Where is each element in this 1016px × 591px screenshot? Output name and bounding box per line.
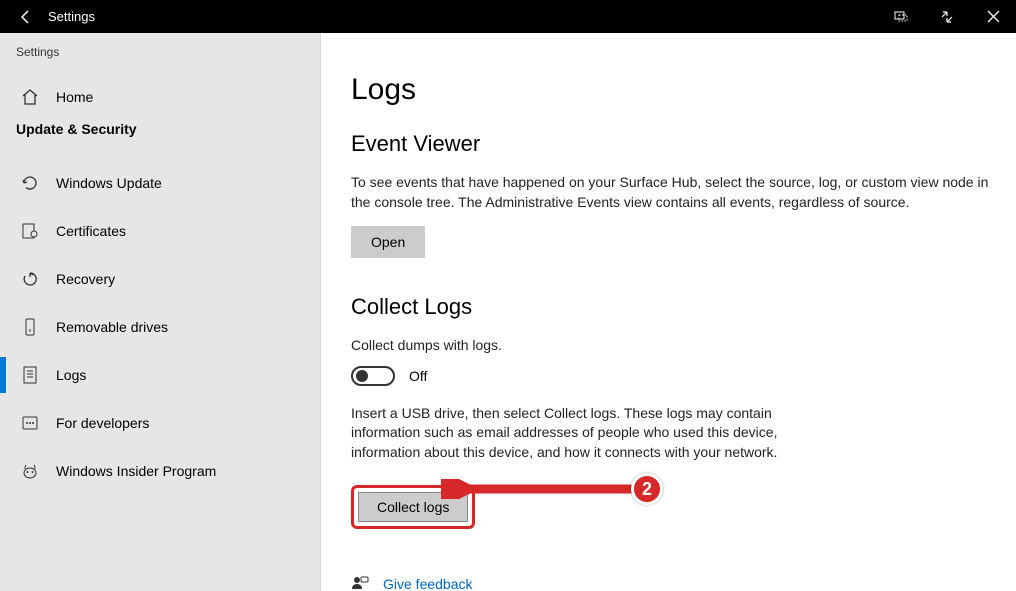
breadcrumb: Settings	[0, 45, 320, 73]
open-button[interactable]: Open	[351, 226, 425, 258]
sidebar-item-label: Windows Insider Program	[56, 463, 216, 479]
drive-icon	[20, 318, 40, 336]
sidebar-item-label: Certificates	[56, 223, 126, 239]
certificate-icon	[20, 222, 40, 240]
annotation-badge-2: 2	[631, 473, 663, 505]
sidebar-item-label: Windows Update	[56, 175, 162, 191]
event-viewer-heading: Event Viewer	[351, 131, 996, 157]
sidebar-item-for-developers[interactable]: For developers	[0, 399, 320, 447]
sidebar-item-logs[interactable]: Logs	[0, 351, 320, 399]
update-icon	[20, 174, 40, 192]
sidebar-item-windows-insider[interactable]: Windows Insider Program	[0, 447, 320, 495]
toggle-state-label: Off	[409, 368, 427, 384]
collect-dumps-toggle[interactable]	[351, 366, 395, 386]
developer-icon	[20, 414, 40, 432]
window-title: Settings	[48, 9, 95, 24]
collect-dumps-label: Collect dumps with logs.	[351, 336, 996, 356]
sidebar-item-label: Removable drives	[56, 319, 168, 335]
annotation-arrow-2	[441, 479, 671, 499]
sidebar-item-removable-drives[interactable]: Removable drives	[0, 303, 320, 351]
insider-icon	[20, 462, 40, 480]
event-viewer-desc: To see events that have happened on your…	[351, 173, 996, 212]
main-content: Logs Event Viewer To see events that hav…	[321, 33, 1016, 591]
recovery-icon	[20, 270, 40, 288]
titlebar: Settings	[0, 0, 1016, 33]
close-button[interactable]	[970, 0, 1016, 33]
sidebar-item-label: For developers	[56, 415, 149, 431]
page-title: Logs	[351, 73, 996, 107]
sidebar-item-windows-update[interactable]: Windows Update	[0, 159, 320, 207]
maximize-button[interactable]	[924, 0, 970, 33]
device-icon[interactable]	[878, 0, 924, 33]
sidebar-item-label: Logs	[56, 367, 86, 383]
home-icon	[20, 88, 40, 106]
give-feedback-link[interactable]: Give feedback	[351, 575, 996, 591]
logs-icon	[20, 366, 40, 384]
collect-logs-heading: Collect Logs	[351, 294, 996, 320]
sidebar-item-certificates[interactable]: Certificates	[0, 207, 320, 255]
collect-logs-desc: Insert a USB drive, then select Collect …	[351, 404, 781, 463]
feedback-label: Give feedback	[383, 576, 473, 591]
sidebar-item-label: Recovery	[56, 271, 115, 287]
annotation-arrow-1	[321, 333, 351, 393]
sidebar-home[interactable]: Home	[0, 73, 320, 121]
sidebar: Settings Home Update & Security Windows …	[0, 33, 321, 591]
feedback-icon	[351, 575, 369, 591]
sidebar-item-label: Home	[56, 89, 93, 105]
sidebar-section-label: Update & Security	[0, 121, 320, 159]
back-button[interactable]	[8, 9, 44, 25]
collect-logs-button[interactable]: Collect logs	[358, 492, 468, 522]
collect-logs-highlight: Collect logs	[351, 485, 475, 529]
sidebar-item-recovery[interactable]: Recovery	[0, 255, 320, 303]
